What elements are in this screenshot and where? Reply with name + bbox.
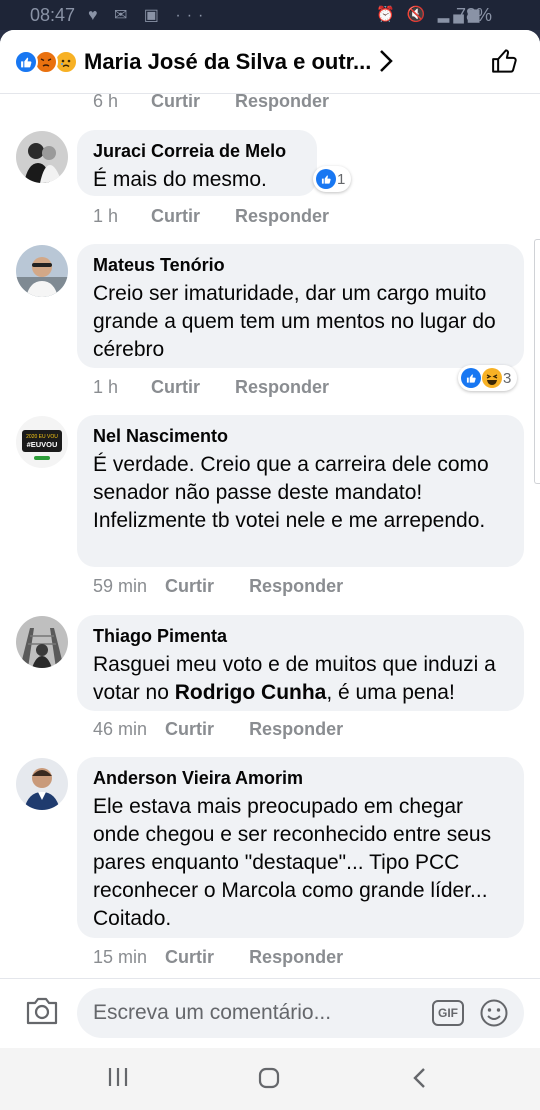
like-comment-button[interactable]: Curtir [151, 94, 200, 112]
battery-level: 78% [456, 5, 493, 25]
comment-author[interactable]: Nel Nascimento [93, 425, 508, 447]
recent-apps-button[interactable] [106, 1066, 130, 1095]
like-icon [14, 50, 38, 74]
avatar-badge: #EUVOU [27, 440, 58, 449]
comment-actions: 6 h Curtir Responder [93, 94, 359, 117]
android-nav-bar [0, 1048, 540, 1110]
comment-text: Creio ser imaturidade, dar um cargo muit… [93, 282, 496, 361]
comments-sheet: Maria José da Silva e outr... 6 h Curtir… [0, 30, 540, 1110]
comment-text: É mais do mesmo. [93, 168, 267, 191]
comment-author[interactable]: Anderson Vieira Amorim [93, 767, 508, 789]
comment-time: 46 min [93, 719, 148, 739]
reply-comment-button[interactable]: Responder [249, 719, 343, 740]
reactors-title[interactable]: Maria José da Silva e outr... [84, 49, 374, 75]
gif-button[interactable]: GIF [432, 1000, 464, 1026]
chevron-right-icon[interactable] [378, 48, 394, 81]
like-icon [461, 368, 481, 388]
comment-composer: Escreva um comentário... GIF [0, 978, 540, 1048]
recent-apps-icon [108, 1068, 128, 1086]
comment-text-end: , é uma pena! [326, 681, 455, 704]
avatar[interactable] [16, 245, 68, 297]
mention-link[interactable]: Rodrigo Cunha [175, 681, 327, 704]
comment-bubble[interactable]: Nel Nascimento É verdade. Creio que a ca… [77, 415, 524, 567]
comment-input-placeholder: Escreva um comentário... [93, 1001, 332, 1024]
reply-comment-button[interactable]: Responder [235, 94, 329, 112]
back-button[interactable] [410, 1066, 430, 1097]
avatar[interactable]: 2020 EU VOU #EUVOU [16, 416, 68, 468]
camera-icon [26, 997, 58, 1025]
comment-bubble[interactable]: Anderson Vieira Amorim Ele estava mais p… [77, 757, 524, 938]
comment-actions: 46 min Curtir Responder [93, 719, 373, 745]
comment-bubble[interactable]: Thiago Pimenta Rasguei meu voto e de mui… [77, 615, 524, 711]
thumbs-up-icon [492, 49, 517, 73]
reaction-count: 1 [337, 170, 346, 188]
comment-time: 1 h [93, 206, 119, 226]
like-comment-button[interactable]: Curtir [165, 576, 214, 597]
emoji-button[interactable] [479, 998, 509, 1028]
reactions-header[interactable]: Maria José da Silva e outr... [0, 30, 540, 94]
comment-time: 6 h [93, 94, 119, 111]
camera-button[interactable] [24, 995, 60, 1027]
comment-text: É verdade. Creio que a carreira dele com… [93, 453, 489, 532]
reply-comment-button[interactable]: Responder [235, 206, 329, 227]
comment-time: 1 h [93, 377, 119, 397]
comment-reactions[interactable]: 1 [313, 166, 352, 192]
reaction-count: 3 [503, 369, 512, 387]
comment-time: 15 min [93, 947, 148, 967]
comment-input[interactable]: Escreva um comentário... GIF [77, 988, 524, 1038]
like-comment-button[interactable]: Curtir [151, 206, 200, 227]
comment-text: Rasguei meu voto e de muitos que induzi … [93, 651, 508, 707]
avatar[interactable] [16, 616, 68, 668]
like-icon [316, 169, 336, 189]
comment-reactions[interactable]: 3 [458, 365, 518, 391]
comment-author[interactable]: Mateus Tenório [93, 254, 508, 276]
avatar[interactable] [16, 758, 68, 810]
haha-icon [482, 368, 502, 388]
header-reactions[interactable] [14, 50, 80, 74]
like-comment-button[interactable]: Curtir [165, 947, 214, 968]
comment-time: 59 min [93, 576, 148, 596]
comment-author[interactable]: Juraci Correia de Melo [93, 140, 301, 162]
scroll-indicator[interactable] [534, 239, 540, 484]
comment-actions: 1 h Curtir Responder [93, 206, 359, 232]
reply-comment-button[interactable]: Responder [249, 947, 343, 968]
comment-bubble[interactable]: Juraci Correia de Melo É mais do mesmo. [77, 130, 317, 196]
comment-actions: 1 h Curtir Responder [93, 377, 359, 403]
like-comment-button[interactable]: Curtir [151, 377, 200, 398]
reply-comment-button[interactable]: Responder [235, 377, 329, 398]
home-icon [258, 1067, 280, 1089]
status-bar: 08:47 ♥ ✉ ▣ ··· ⏰ 🔇 ▂▄▆ 78% [0, 0, 540, 30]
comment-bubble[interactable]: Mateus Tenório Creio ser imaturidade, da… [77, 244, 524, 368]
notification-icons: ♥ ✉ ▣ ··· [88, 7, 210, 24]
reply-comment-button[interactable]: Responder [249, 576, 343, 597]
comment-actions: 15 min Curtir Responder [93, 947, 373, 973]
emoji-icon [480, 999, 508, 1027]
home-button[interactable] [257, 1066, 281, 1097]
comment-author[interactable]: Thiago Pimenta [93, 625, 508, 647]
comments-list[interactable]: 6 h Curtir Responder Juraci Correia de M… [0, 94, 540, 978]
comment-actions: 59 min Curtir Responder [93, 576, 373, 602]
status-time: 08:47 [30, 5, 76, 25]
like-post-button[interactable] [490, 46, 520, 76]
back-icon [413, 1068, 425, 1088]
avatar[interactable] [16, 131, 68, 183]
like-comment-button[interactable]: Curtir [165, 719, 214, 740]
comment-text: Ele estava mais preocupado em chegar ond… [93, 795, 492, 930]
